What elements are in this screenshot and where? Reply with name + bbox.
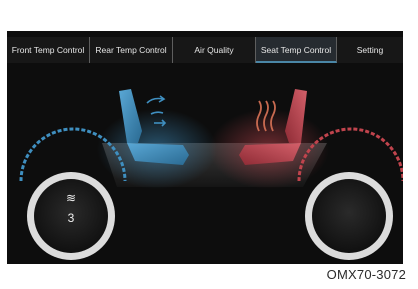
seat-scene [19, 89, 403, 260]
right-knob-face [312, 179, 386, 253]
seat-vent-icon: ≋ [65, 191, 77, 205]
left-knob-level: 3 [67, 211, 75, 225]
figure-caption: OMX70-3072 [326, 267, 406, 282]
climate-screen: Front Temp Control Rear Temp Control Air… [7, 31, 403, 264]
